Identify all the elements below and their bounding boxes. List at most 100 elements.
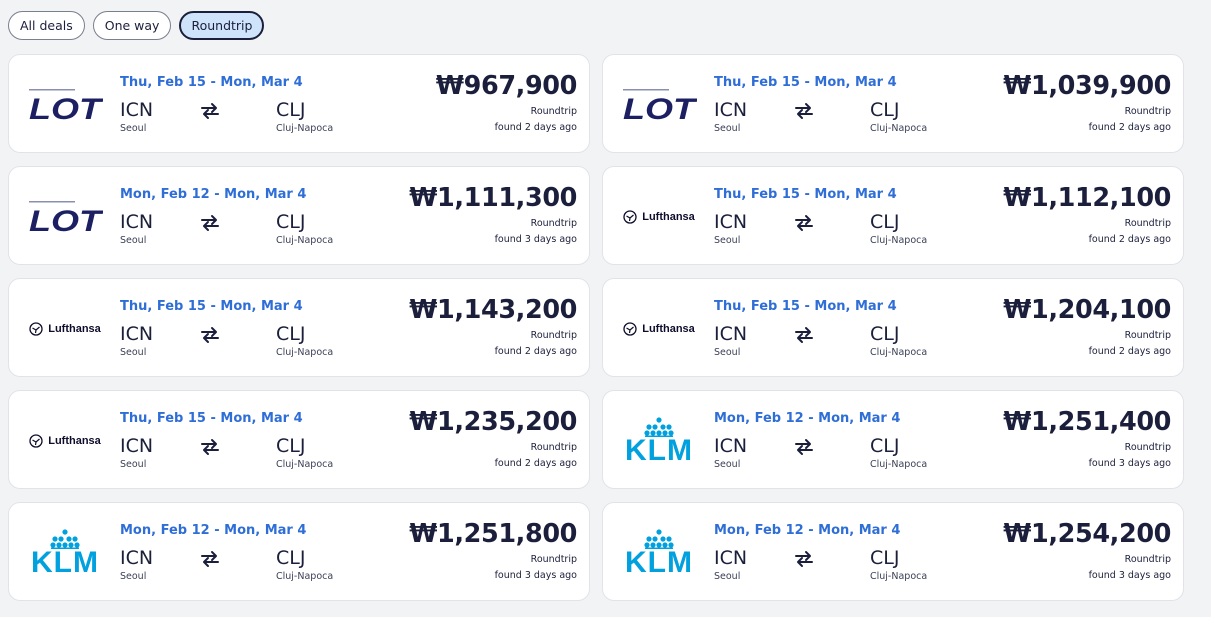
airline-logo: Lufthansa <box>613 167 705 266</box>
filter-roundtrip[interactable]: Roundtrip <box>179 11 265 40</box>
destination-city: Cluj-Napoca <box>276 571 334 582</box>
trip-type-label: Roundtrip <box>1124 554 1171 565</box>
destination-code: CLJ <box>276 99 306 121</box>
deal-card[interactable]: KLM Mon, Feb 12 - Mon, Mar 4 ICN Seoul C… <box>602 390 1184 489</box>
origin-city: Seoul <box>120 123 147 134</box>
origin-code: ICN <box>120 547 154 569</box>
lufthansa-logo: Lufthansa <box>29 433 101 448</box>
trip-type-label: Roundtrip <box>1124 106 1171 117</box>
swap-arrows-icon <box>795 327 813 343</box>
deal-price: ₩967,900 <box>435 71 577 101</box>
found-time: found 2 days ago <box>494 458 577 469</box>
crane-icon <box>623 321 637 336</box>
origin-code: ICN <box>120 211 154 233</box>
trip-type-label: Roundtrip <box>1124 442 1171 453</box>
deal-card[interactable]: KLM Mon, Feb 12 - Mon, Mar 4 ICN Seoul C… <box>602 502 1184 601</box>
origin-city: Seoul <box>120 459 147 470</box>
deal-card[interactable]: LOT Thu, Feb 15 - Mon, Mar 4 ICN Seoul C… <box>8 54 590 153</box>
swap-arrows-icon <box>795 215 813 231</box>
origin-city: Seoul <box>714 459 741 470</box>
swap-arrows-icon <box>201 103 219 119</box>
airline-logo: KLM <box>613 503 705 602</box>
destination-city: Cluj-Napoca <box>870 459 928 470</box>
origin-code: ICN <box>120 435 154 457</box>
lufthansa-logo: Lufthansa <box>623 321 695 336</box>
deal-list: LOT Thu, Feb 15 - Mon, Mar 4 ICN Seoul C… <box>8 54 1184 601</box>
travel-dates: Thu, Feb 15 - Mon, Mar 4 <box>714 299 897 314</box>
destination-city: Cluj-Napoca <box>276 235 334 246</box>
swap-arrows-icon <box>201 327 219 343</box>
lot-logo: LOT <box>29 88 103 123</box>
swap-arrows-icon <box>201 439 219 455</box>
klm-logo-text: KLM <box>625 433 693 467</box>
travel-dates: Thu, Feb 15 - Mon, Mar 4 <box>714 75 897 90</box>
swap-arrows-icon <box>201 551 219 567</box>
destination-city: Cluj-Napoca <box>276 459 334 470</box>
deal-price: ₩1,235,200 <box>409 407 577 437</box>
trip-type-label: Roundtrip <box>530 554 577 565</box>
origin-code: ICN <box>714 435 748 457</box>
deal-card[interactable]: LOT Mon, Feb 12 - Mon, Mar 4 ICN Seoul C… <box>8 166 590 265</box>
origin-code: ICN <box>120 323 154 345</box>
deal-card[interactable]: Lufthansa Thu, Feb 15 - Mon, Mar 4 ICN S… <box>602 278 1184 377</box>
deal-card[interactable]: Lufthansa Thu, Feb 15 - Mon, Mar 4 ICN S… <box>8 390 590 489</box>
filter-all-deals[interactable]: All deals <box>8 11 85 40</box>
airline-logo: Lufthansa <box>613 279 705 378</box>
destination-code: CLJ <box>276 211 306 233</box>
origin-code: ICN <box>714 211 748 233</box>
crane-icon <box>29 433 43 448</box>
deal-price: ₩1,143,200 <box>409 295 577 325</box>
destination-code: CLJ <box>870 99 900 121</box>
deal-card[interactable]: Lufthansa Thu, Feb 15 - Mon, Mar 4 ICN S… <box>602 166 1184 265</box>
klm-logo-text: KLM <box>625 545 693 579</box>
deal-price: ₩1,254,200 <box>1003 519 1171 549</box>
lot-logo-text: LOT <box>29 205 103 235</box>
trip-type-label: Roundtrip <box>530 442 577 453</box>
origin-city: Seoul <box>714 571 741 582</box>
trip-type-label: Roundtrip <box>530 218 577 229</box>
swap-arrows-icon <box>795 439 813 455</box>
origin-city: Seoul <box>714 235 741 246</box>
deal-price: ₩1,251,400 <box>1003 407 1171 437</box>
lot-logo: LOT <box>29 200 103 235</box>
deal-price: ₩1,112,100 <box>1003 183 1171 213</box>
deal-price: ₩1,039,900 <box>1003 71 1171 101</box>
klm-logo: KLM <box>625 528 693 579</box>
deal-price: ₩1,251,800 <box>409 519 577 549</box>
destination-city: Cluj-Napoca <box>870 235 928 246</box>
destination-city: Cluj-Napoca <box>870 123 928 134</box>
deal-card[interactable]: KLM Mon, Feb 12 - Mon, Mar 4 ICN Seoul C… <box>8 502 590 601</box>
lufthansa-logo-text: Lufthansa <box>48 434 101 447</box>
lot-logo-text: LOT <box>29 93 103 123</box>
swap-arrows-icon <box>795 551 813 567</box>
lot-logo-text: LOT <box>623 93 697 123</box>
deal-price: ₩1,204,100 <box>1003 295 1171 325</box>
travel-dates: Thu, Feb 15 - Mon, Mar 4 <box>120 411 303 426</box>
lot-logo-tagline <box>623 88 669 90</box>
airline-logo: Lufthansa <box>19 391 111 490</box>
lot-logo-tagline <box>29 200 75 202</box>
origin-city: Seoul <box>120 571 147 582</box>
lufthansa-logo-text: Lufthansa <box>48 322 101 335</box>
klm-logo-text: KLM <box>31 545 99 579</box>
found-time: found 3 days ago <box>1088 458 1171 469</box>
origin-city: Seoul <box>714 347 741 358</box>
deal-card[interactable]: Lufthansa Thu, Feb 15 - Mon, Mar 4 ICN S… <box>8 278 590 377</box>
filter-one-way[interactable]: One way <box>92 11 172 40</box>
destination-code: CLJ <box>870 323 900 345</box>
destination-code: CLJ <box>276 323 306 345</box>
found-time: found 2 days ago <box>1088 234 1171 245</box>
airline-logo: Lufthansa <box>19 279 111 378</box>
travel-dates: Mon, Feb 12 - Mon, Mar 4 <box>714 523 901 538</box>
deal-price: ₩1,111,300 <box>409 183 577 213</box>
found-time: found 2 days ago <box>494 346 577 357</box>
swap-arrows-icon <box>201 215 219 231</box>
travel-dates: Mon, Feb 12 - Mon, Mar 4 <box>714 411 901 426</box>
lot-logo-tagline <box>29 88 75 90</box>
origin-code: ICN <box>714 323 748 345</box>
travel-dates: Thu, Feb 15 - Mon, Mar 4 <box>120 299 303 314</box>
klm-logo: KLM <box>31 528 99 579</box>
deal-card[interactable]: LOT Thu, Feb 15 - Mon, Mar 4 ICN Seoul C… <box>602 54 1184 153</box>
airline-logo: LOT <box>19 167 111 266</box>
found-time: found 2 days ago <box>494 122 577 133</box>
